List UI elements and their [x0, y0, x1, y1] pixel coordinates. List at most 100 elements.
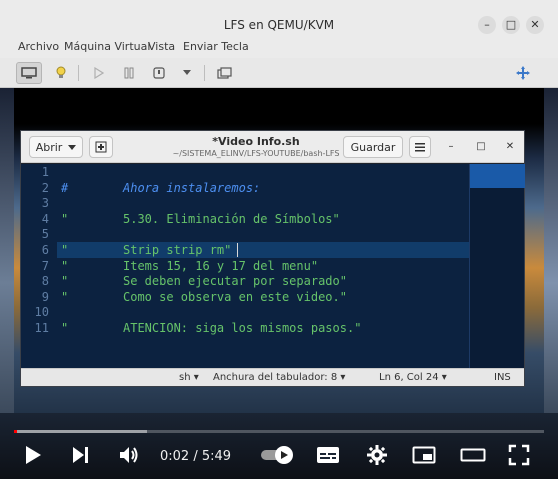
new-document-icon	[95, 141, 107, 153]
new-tab-button[interactable]	[89, 136, 113, 158]
miniplayer-icon	[412, 446, 436, 464]
menubar: Archivo Máquina Virtual Vista Enviar Tec…	[0, 38, 558, 58]
tab-width-label: Anchura del tabulador: 8	[213, 372, 338, 383]
play-icon	[94, 67, 104, 79]
line-marker: "	[61, 243, 69, 257]
line-marker: #	[61, 180, 69, 195]
close-button[interactable]: ✕	[526, 16, 544, 34]
play-button[interactable]	[22, 444, 44, 466]
minimize-button[interactable]: –	[478, 16, 496, 34]
code-line-text: Se deben ejecutar por separado"	[123, 274, 347, 289]
duration: 5:49	[201, 449, 232, 464]
progress-buffer	[14, 430, 147, 433]
next-button[interactable]	[70, 444, 92, 466]
details-button[interactable]	[48, 62, 74, 84]
gedit-minimize-button[interactable]: –	[443, 139, 459, 155]
document-title: *Video Info.sh	[212, 135, 300, 148]
power-icon	[153, 67, 165, 79]
move-arrows-icon	[516, 66, 530, 80]
gear-icon	[367, 445, 387, 465]
gedit-headerbar: Abrir *Video Info.sh ~/SISTEMA_ELINV/LFS…	[21, 131, 524, 163]
gedit-maximize-button[interactable]: □	[473, 139, 489, 155]
menu-button[interactable]	[409, 136, 431, 158]
menu-enviar-tecla[interactable]: Enviar Tecla	[183, 40, 249, 53]
background-right	[544, 88, 558, 413]
menu-maquina-virtual[interactable]: Máquina Virtual	[64, 40, 150, 53]
miniplayer-button[interactable]	[412, 444, 436, 466]
line-number: 4	[41, 211, 49, 226]
line-number: 6	[41, 243, 49, 257]
save-button[interactable]: Guardar	[343, 136, 403, 158]
minimap[interactable]	[469, 164, 525, 368]
console-view-button[interactable]	[16, 62, 42, 84]
code-line-text: 5.30. Eliminación de Símbolos"	[123, 211, 340, 226]
pause-icon	[124, 67, 134, 79]
fullscreen-icon	[508, 444, 530, 466]
snapshots-button[interactable]	[212, 62, 238, 84]
code-line-text: Ahora instalaremos:	[123, 180, 261, 195]
code-line-text: Items 15, 16 y 17 del menu"	[123, 258, 319, 273]
cursor-position[interactable]: Ln 6, Col 24 ▾	[379, 372, 447, 383]
time-separator: /	[189, 449, 202, 464]
shutdown-menu-button[interactable]	[174, 62, 200, 84]
lightbulb-icon	[56, 66, 66, 78]
chevron-down-icon	[68, 144, 77, 150]
line-number: 3	[41, 196, 49, 211]
gedit-close-button[interactable]: ✕	[502, 139, 518, 155]
menu-vista[interactable]: Vista	[148, 40, 175, 53]
gedit-statusbar: sh ▾ Anchura del tabulador: 8 ▾ Ln 6, Co…	[21, 368, 524, 386]
line-number: 2	[41, 180, 49, 195]
screen: LFS en QEMU/KVM – □ ✕ Archivo Máquina Vi…	[0, 0, 558, 479]
fullscreen-toggle-button[interactable]	[508, 444, 530, 466]
subtitles-button[interactable]	[316, 444, 340, 466]
line-marker: "	[61, 258, 69, 273]
code-line-text: Como se observa en este video."	[123, 289, 347, 304]
cursor-position-label: Ln 6, Col 24	[379, 372, 439, 383]
autoplay-toggle[interactable]	[260, 444, 296, 466]
settings-button[interactable]	[366, 444, 388, 466]
window-title: LFS en QEMU/KVM	[223, 18, 335, 32]
line-marker: "	[61, 211, 69, 226]
document-path: ~/SISTEMA_ELINV/LFS-YOUTUBE/bash-LFS	[172, 149, 340, 158]
hamburger-icon	[415, 142, 425, 151]
current-time: 0:02	[160, 449, 190, 464]
open-button[interactable]: Abrir	[29, 136, 83, 158]
snapshot-icon	[217, 67, 232, 79]
maximize-button[interactable]: □	[502, 16, 520, 34]
autoplay-toggle-icon	[261, 446, 293, 464]
open-button-label: Abrir	[35, 140, 63, 154]
insert-mode: INS	[494, 372, 511, 383]
background-left	[0, 88, 14, 413]
line-marker: "	[61, 289, 69, 304]
gedit-window: Abrir *Video Info.sh ~/SISTEMA_ELINV/LFS…	[20, 130, 525, 387]
run-button[interactable]	[86, 62, 112, 84]
line-marker: "	[61, 321, 69, 335]
chevron-down-icon	[183, 70, 191, 75]
fullscreen-button[interactable]	[510, 62, 536, 84]
progress-bar[interactable]	[14, 430, 544, 433]
monitor-icon	[21, 67, 37, 79]
toolbar	[0, 58, 558, 88]
volume-icon	[120, 447, 138, 463]
line-marker: "	[61, 274, 69, 289]
line-number: 9	[41, 289, 49, 304]
theater-icon	[460, 448, 486, 462]
line-number: 11	[34, 321, 49, 335]
pause-button[interactable]	[116, 62, 142, 84]
tab-width-selector[interactable]: Anchura del tabulador: 8 ▾	[213, 372, 345, 383]
text-caret	[237, 243, 238, 257]
progress-fill	[14, 430, 18, 433]
toolbar-separator	[78, 65, 79, 81]
menu-archivo[interactable]: Archivo	[18, 40, 59, 53]
text-editor[interactable]: 1 2 # Ahora instalaremos: 3 4 " 5.30. Eliminaci…	[21, 164, 525, 368]
language-label: sh	[179, 372, 191, 383]
shutdown-button[interactable]	[146, 62, 172, 84]
play-icon	[26, 446, 41, 464]
line-number: 7	[41, 258, 49, 273]
language-selector[interactable]: sh ▾	[179, 372, 199, 383]
mute-button[interactable]	[118, 444, 140, 466]
theater-mode-button[interactable]	[460, 444, 486, 466]
minimap-viewport[interactable]	[470, 164, 525, 188]
line-number: 8	[41, 274, 49, 289]
subtitles-icon	[317, 447, 339, 463]
